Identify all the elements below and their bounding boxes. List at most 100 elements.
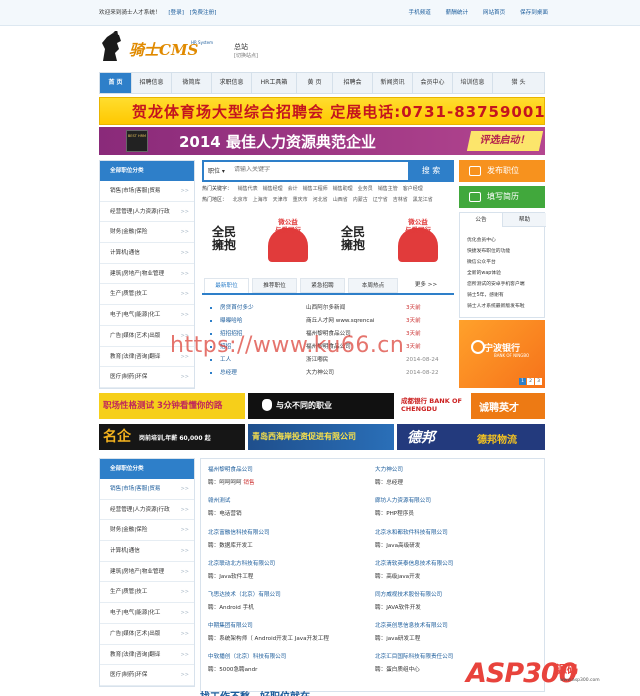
nav-news[interactable]: 新闻资讯 — [373, 73, 413, 93]
category-item[interactable]: 销售|市场|客服|贸易 >> — [100, 181, 194, 202]
area-link[interactable]: 上海市 — [253, 197, 268, 203]
category-item[interactable]: 教育|法律|咨询|翻译 >> — [100, 645, 194, 666]
login-link[interactable]: [登录] — [168, 10, 184, 16]
tab-weekly-hot[interactable]: 本周热点 — [348, 278, 398, 293]
nav-micro-resume[interactable]: 微简库 — [172, 73, 212, 93]
category-item[interactable]: 计算机|通信 >> — [100, 243, 194, 264]
notice-item[interactable]: 全新的wap体验 — [467, 269, 501, 276]
company-item[interactable]: 赣州测试 聘：电话营销 — [208, 496, 242, 517]
company-item[interactable]: 廊坊人力资源有限公司 聘：PHP程序员 — [375, 496, 431, 517]
area-link[interactable]: 北京市 — [233, 197, 248, 203]
tab-urgent-jobs[interactable]: 紧急招聘 — [300, 278, 345, 293]
company-item[interactable]: 中期集团有限公司 聘：系统架构师（ Android开发工 Java开发工程 — [208, 621, 329, 642]
notice-item[interactable]: 微信公众平台 — [467, 258, 496, 265]
mobile-channel-link[interactable]: 手机频道 — [409, 10, 431, 16]
nav-headhunter[interactable]: 猎 头 — [493, 73, 544, 93]
job-row[interactable]: 房贷首付多少 山西阿尔多新闻 3天前 — [206, 302, 450, 314]
area-link[interactable]: 辽宁省 — [373, 197, 388, 203]
tab-help[interactable]: 帮助 — [503, 213, 546, 227]
fill-resume-button[interactable]: 填写简历 — [459, 186, 545, 208]
company-item[interactable]: 中软播创（北京）科技有限公司 聘：5000急聘andr — [208, 652, 286, 673]
nav-training[interactable]: 培训信息 — [453, 73, 493, 93]
ad-career-test[interactable]: 职场性格测试 3分钟看懂你的路 — [99, 393, 245, 419]
nav-yellowpages[interactable]: 黄 页 — [297, 73, 333, 93]
tab-recommended-jobs[interactable]: 推荐职位 — [252, 278, 297, 293]
switch-site-link[interactable]: [切换站点] — [234, 52, 258, 59]
category-item[interactable]: 电子|电气|能源|化工 >> — [100, 305, 194, 326]
company-item[interactable]: 北京富融信科技有限公司 聘：数据库开发工 — [208, 528, 270, 549]
notice-item[interactable]: 优化会员中心 — [467, 236, 496, 243]
tab-notice[interactable]: 公告 — [460, 213, 503, 227]
category-item[interactable]: 建筑|房地产|物业管理 >> — [100, 562, 194, 583]
keyword-link[interactable]: 客户经理 — [403, 186, 423, 192]
area-link[interactable]: 天津市 — [273, 197, 288, 203]
promo-tile-charity[interactable]: 微公益 与爱同行 — [266, 214, 310, 268]
nav-home[interactable]: 首 页 — [100, 73, 132, 93]
slide-dot[interactable]: 1 — [519, 378, 526, 385]
save-desktop-link[interactable]: 保存到桌面 — [520, 10, 548, 16]
home-link[interactable]: 网站首页 — [483, 10, 505, 16]
company-item[interactable]: 北京英创思信息技术有限公司 聘：java研发工程 — [375, 621, 448, 642]
keyword-link[interactable]: 销售经理 — [263, 186, 283, 192]
site-logo[interactable]: 骑士CMS HR System — [99, 31, 219, 65]
salary-stats-link[interactable]: 薪酬统计 — [446, 10, 468, 16]
company-item[interactable]: 福州黎明食品公司 聘：呵呵呵呵 销售 — [208, 465, 255, 486]
company-item[interactable]: 同方威视技术股份有限公司 聘：JAVA软件开发 — [375, 590, 442, 611]
keyword-link[interactable]: 销售工程师 — [303, 186, 328, 192]
category-item[interactable]: 生产|质管|技工 >> — [100, 582, 194, 604]
search-button[interactable]: 搜 索 — [408, 160, 454, 182]
ad-apple-career[interactable]: 与众不同的职业 — [248, 393, 394, 419]
area-link[interactable]: 黑龙江省 — [413, 197, 433, 203]
job-row[interactable]: 总经理 大力神公司 2014-08-22 — [206, 367, 450, 379]
hrm-banner[interactable]: BEST HRM 2014 最佳人力资源典范企业 评选启动！ — [99, 127, 545, 155]
tab-more[interactable]: 更多 >> — [402, 278, 450, 293]
company-item[interactable]: 北京联动北方科技有限公司 聘：Java软件工程 — [208, 559, 275, 580]
area-link[interactable]: 河北省 — [313, 197, 328, 203]
keyword-link[interactable]: 销售助理 — [333, 186, 353, 192]
area-link[interactable]: 内蒙古 — [353, 197, 368, 203]
nav-jobfair[interactable]: 招聘会 — [333, 73, 373, 93]
company-item[interactable]: 北京水和都软件科技有限公司 聘：Java高级研发 — [375, 528, 448, 549]
category-item[interactable]: 财务|金融|保险 >> — [100, 520, 194, 542]
notice-item[interactable]: 快捷发布职位的功能 — [467, 247, 510, 254]
tab-latest-jobs[interactable]: 最新职位 — [204, 278, 249, 293]
area-link[interactable]: 重庆市 — [293, 197, 308, 203]
slide-dot[interactable]: 3 — [535, 378, 542, 385]
keyword-link[interactable]: 会计 — [288, 186, 298, 192]
promo-tile-embrace[interactable]: 全民 擁抱 — [331, 214, 375, 268]
category-item[interactable]: 计算机|通信 >> — [100, 541, 194, 562]
category-item[interactable]: 经营管理|人力资源|行政 >> — [100, 500, 194, 521]
category-item[interactable]: 建筑|房地产|物业管理 >> — [100, 264, 194, 285]
category-item[interactable]: 医疗|制药|环保 >> — [100, 367, 194, 388]
nav-seek[interactable]: 求职信息 — [212, 73, 252, 93]
ad-qingdao[interactable]: 青岛西海岸投资促进有限公司 — [248, 424, 394, 450]
post-job-button[interactable]: 发布职位 — [459, 160, 545, 182]
area-link[interactable]: 山西省 — [333, 197, 348, 203]
keyword-link[interactable]: 销售代表 — [238, 186, 258, 192]
bank-ad-slider[interactable]: 宁波银行 BANK OF NINGBO 123 — [459, 320, 545, 388]
nav-jobs[interactable]: 招聘信息 — [132, 73, 172, 93]
jobfair-banner[interactable]: 贺龙体育场大型综合招聘会 定展电话:0731-83759001 — [99, 97, 545, 125]
category-item[interactable]: 销售|市场|客服|贸易 >> — [100, 479, 194, 500]
company-item[interactable]: 大力神公司 聘：总经理 — [375, 465, 403, 486]
search-type-select[interactable]: 职位 ▾ — [208, 166, 225, 175]
category-item[interactable]: 财务|金融|保险 >> — [100, 222, 194, 244]
notice-item[interactable]: 您所测试的安卓手机客户端 — [467, 280, 525, 287]
company-item[interactable]: 北京汇目国际科技有限责任公司 聘：蛋白质组中心 — [375, 652, 453, 673]
keyword-link[interactable]: 业务员 — [358, 186, 373, 192]
promo-tile-embrace[interactable]: 全民 擁抱 — [202, 214, 246, 268]
category-item[interactable]: 生产|质管|技工 >> — [100, 284, 194, 306]
category-item[interactable]: 经营管理|人力资源|行政 >> — [100, 202, 194, 223]
ad-chengdu-bank[interactable]: 成都银行 BANK OF CHENGDU 诚聘英才 — [397, 393, 545, 419]
nav-hr-tools[interactable]: HR工具箱 — [252, 73, 297, 93]
company-item[interactable]: 飞思达技术（北京）有限公司 聘：Android 手机 — [208, 590, 281, 611]
register-link[interactable]: [免费注册] — [190, 10, 217, 16]
nav-member[interactable]: 会员中心 — [413, 73, 453, 93]
company-item[interactable]: 北京清软英泰信息技术有限公司 聘：高级java开发 — [375, 559, 453, 580]
job-row[interactable]: 曝曝哈哈 商丘人才网 www.sqrencai 3天前 — [206, 315, 450, 327]
promo-tile-charity[interactable]: 微公益 与爱同行 — [396, 214, 440, 268]
category-item[interactable]: 广告|媒体|艺术|出版 >> — [100, 624, 194, 645]
notice-item[interactable]: 骑士5年，感谢有 — [467, 291, 504, 298]
category-item[interactable]: 医疗|制药|环保 >> — [100, 665, 194, 686]
notice-item[interactable]: 骑士人才系统最新版发布啦 — [467, 302, 525, 309]
